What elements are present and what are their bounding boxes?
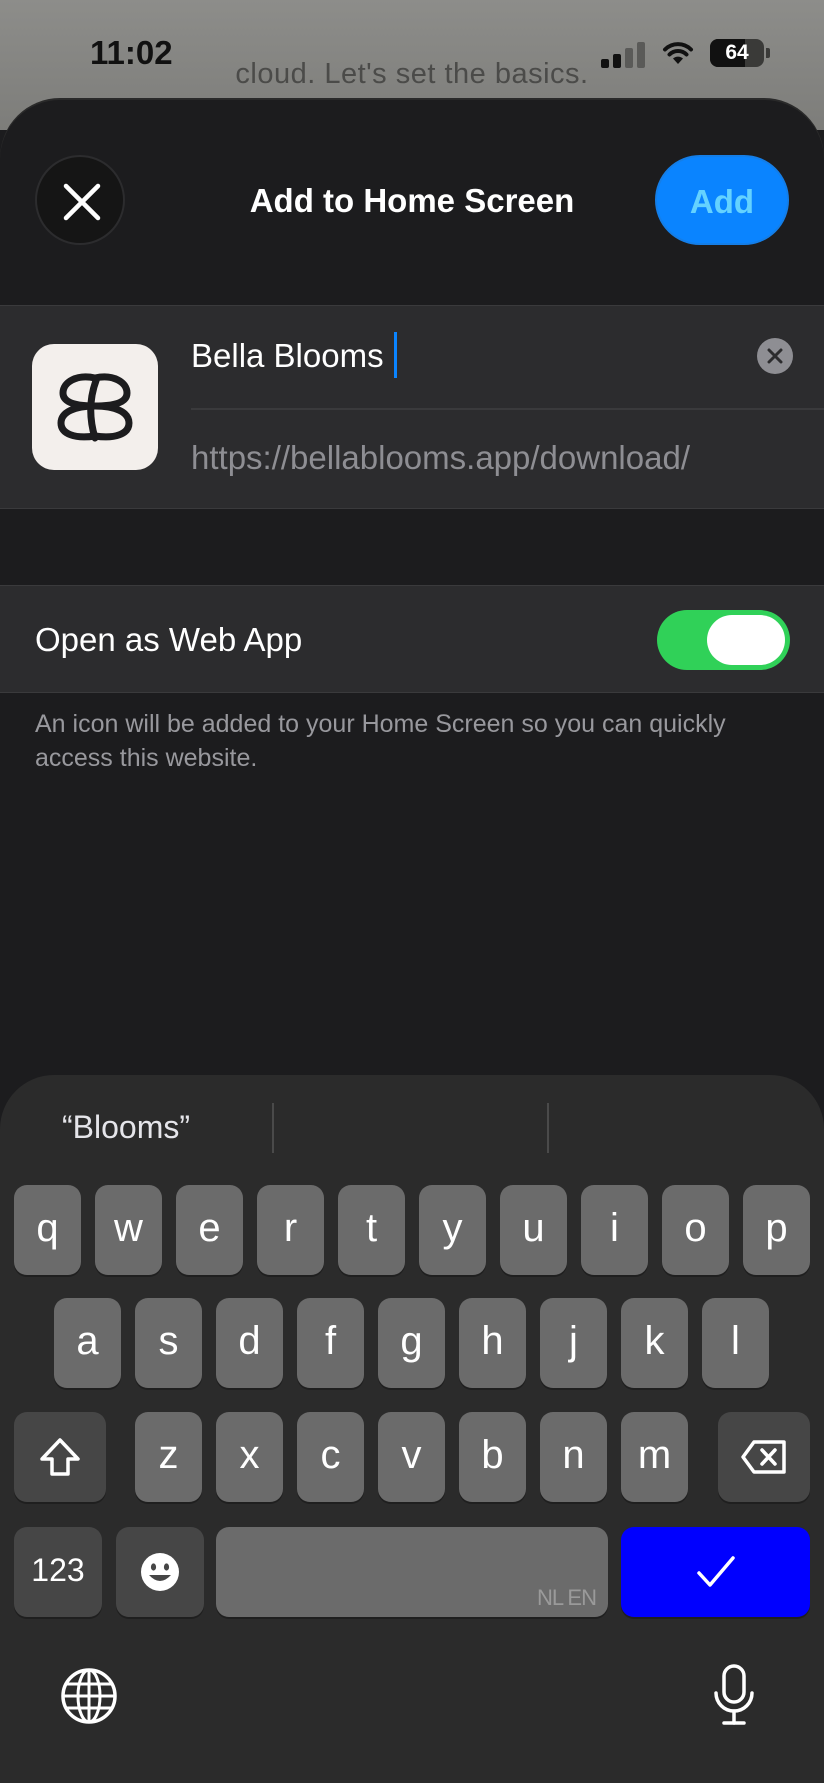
- done-key[interactable]: [621, 1527, 810, 1617]
- key-v[interactable]: v: [378, 1412, 445, 1502]
- key-f[interactable]: f: [297, 1298, 364, 1388]
- emoji-icon: [141, 1553, 179, 1591]
- key-g[interactable]: g: [378, 1298, 445, 1388]
- text-cursor: [394, 332, 397, 378]
- key-q[interactable]: q: [14, 1185, 81, 1275]
- status-time: 11:02: [90, 34, 173, 71]
- space-language-label: NL EN: [537, 1585, 597, 1610]
- battery-body: 64: [710, 39, 764, 67]
- delete-key[interactable]: [718, 1412, 810, 1502]
- key-z[interactable]: z: [135, 1412, 202, 1502]
- web-app-footnote: An icon will be added to your Home Scree…: [35, 710, 726, 772]
- battery-level: 64: [725, 41, 749, 64]
- key-a[interactable]: a: [54, 1298, 121, 1388]
- wifi-icon: [663, 42, 693, 64]
- keyboard: “Blooms” q w e r t y u i o p a s d f g h…: [0, 1075, 824, 1783]
- globe-icon[interactable]: [60, 1667, 118, 1725]
- key-c[interactable]: c: [297, 1412, 364, 1502]
- delete-icon: [741, 1440, 786, 1474]
- key-t[interactable]: t: [338, 1185, 405, 1275]
- clear-icon: [767, 348, 783, 364]
- key-w[interactable]: w: [95, 1185, 162, 1275]
- add-button[interactable]: Add: [655, 155, 789, 245]
- cellular-signal-icon: [601, 42, 645, 68]
- key-k[interactable]: k: [621, 1298, 688, 1388]
- clear-text-button[interactable]: [757, 338, 793, 374]
- bella-blooms-logo: [57, 373, 133, 442]
- checkmark-icon: [696, 1556, 735, 1587]
- battery-cap: [766, 48, 770, 58]
- battery-indicator: 64: [710, 39, 770, 67]
- key-b[interactable]: b: [459, 1412, 526, 1502]
- microphone-icon[interactable]: [712, 1663, 756, 1727]
- key-m[interactable]: m: [621, 1412, 688, 1502]
- shift-icon: [40, 1438, 80, 1476]
- suggestion-divider: [272, 1103, 274, 1153]
- key-j[interactable]: j: [540, 1298, 607, 1388]
- suggestion-1[interactable]: “Blooms”: [62, 1109, 190, 1146]
- emoji-key[interactable]: [116, 1527, 204, 1617]
- key-x[interactable]: x: [216, 1412, 283, 1502]
- key-n[interactable]: n: [540, 1412, 607, 1502]
- screen: cloud. Let's set the basics. 11:02 64 Ad…: [0, 0, 824, 1783]
- url-text: https://bellablooms.app/download/: [191, 439, 690, 476]
- web-app-row: Open as Web App: [0, 585, 824, 693]
- key-p[interactable]: p: [743, 1185, 810, 1275]
- key-s[interactable]: s: [135, 1298, 202, 1388]
- key-h[interactable]: h: [459, 1298, 526, 1388]
- key-r[interactable]: r: [257, 1185, 324, 1275]
- key-e[interactable]: e: [176, 1185, 243, 1275]
- web-app-label: Open as Web App: [35, 621, 303, 658]
- numbers-key[interactable]: 123: [14, 1527, 102, 1617]
- key-o[interactable]: o: [662, 1185, 729, 1275]
- info-divider: [191, 408, 824, 410]
- key-y[interactable]: y: [419, 1185, 486, 1275]
- app-info-group: https://bellablooms.app/download/: [0, 305, 824, 509]
- web-app-toggle[interactable]: [657, 610, 790, 670]
- space-key[interactable]: NL EN: [216, 1527, 608, 1617]
- name-input[interactable]: [191, 326, 751, 386]
- key-l[interactable]: l: [702, 1298, 769, 1388]
- key-d[interactable]: d: [216, 1298, 283, 1388]
- suggestion-divider: [547, 1103, 549, 1153]
- shift-key[interactable]: [14, 1412, 106, 1502]
- app-icon: [32, 344, 158, 470]
- key-u[interactable]: u: [500, 1185, 567, 1275]
- key-i[interactable]: i: [581, 1185, 648, 1275]
- toggle-knob: [707, 615, 785, 665]
